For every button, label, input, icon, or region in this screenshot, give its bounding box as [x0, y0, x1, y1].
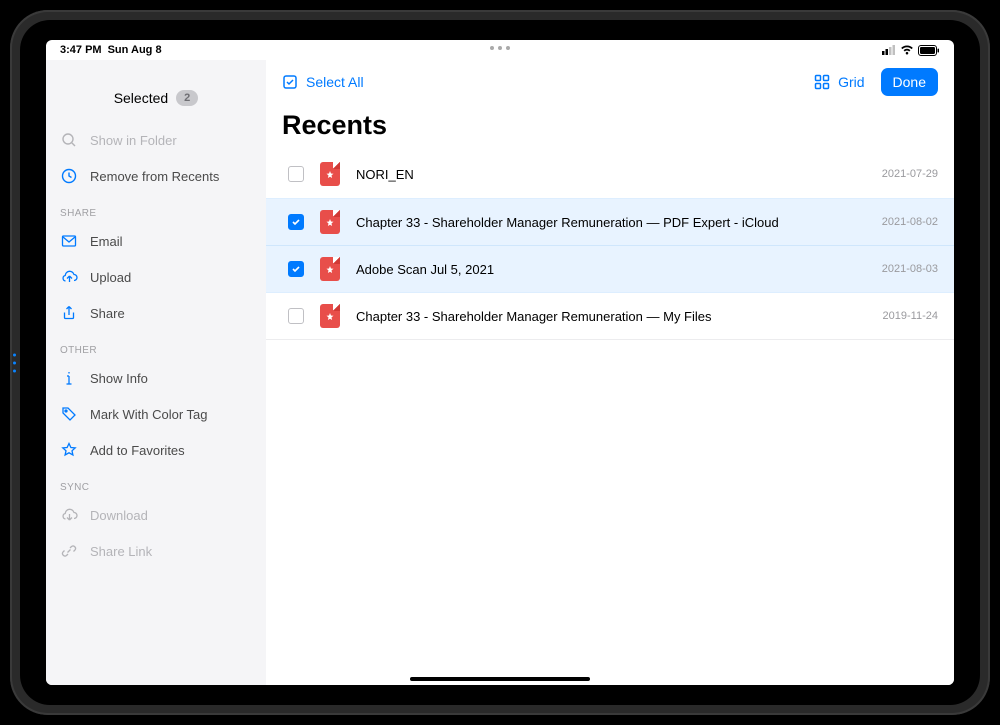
sidebar-remove-from-recents[interactable]: Remove from Recents [46, 158, 266, 194]
checkbox[interactable] [288, 166, 304, 182]
cloud-upload-icon [60, 268, 78, 286]
multitasking-dots[interactable] [490, 46, 510, 50]
sidebar-selected-header: Selected 2 [46, 60, 266, 122]
info-icon [60, 369, 78, 387]
home-indicator[interactable] [410, 677, 590, 681]
file-date: 2021-07-29 [882, 168, 938, 180]
wifi-icon [900, 45, 914, 55]
status-bar: 3:47 PM Sun Aug 8 [46, 40, 954, 60]
sidebar-item-label: Share [90, 306, 125, 321]
battery-icon [918, 45, 940, 56]
file-row[interactable]: NORI_EN 2021-07-29 [266, 151, 954, 198]
sidebar-show-in-folder[interactable]: Show in Folder [46, 122, 266, 158]
sidebar-item-label: Email [90, 234, 123, 249]
selected-count-badge: 2 [176, 90, 198, 106]
share-icon [60, 304, 78, 322]
star-icon [60, 441, 78, 459]
sidebar-share[interactable]: Share [46, 295, 266, 331]
file-name: Chapter 33 - Shareholder Manager Remuner… [356, 215, 866, 230]
email-icon [60, 232, 78, 250]
sidebar-item-label: Remove from Recents [90, 169, 219, 184]
grid-icon [814, 74, 830, 90]
pdf-icon [320, 257, 340, 281]
file-date: 2019-11-24 [883, 310, 938, 322]
pdf-icon [320, 304, 340, 328]
checkbox[interactable] [288, 308, 304, 324]
status-date: Sun Aug 8 [108, 44, 162, 56]
file-name: Chapter 33 - Shareholder Manager Remuner… [356, 309, 867, 324]
sidebar-item-label: Share Link [90, 544, 152, 559]
sidebar-favorites[interactable]: Add to Favorites [46, 432, 266, 468]
grid-view-button[interactable]: Grid [814, 74, 864, 90]
file-date: 2021-08-02 [882, 216, 938, 228]
sidebar-show-info[interactable]: Show Info [46, 360, 266, 396]
pdf-icon [320, 210, 340, 234]
file-name: NORI_EN [356, 167, 866, 182]
tag-icon [60, 405, 78, 423]
content: Selected 2 Show in Folder Remove from Re… [46, 60, 954, 685]
sidebar-share-link[interactable]: Share Link [46, 533, 266, 569]
file-date: 2021-08-03 [882, 263, 938, 275]
clock-remove-icon [60, 167, 78, 185]
page-title: Recents [266, 96, 954, 151]
checkbox[interactable] [288, 261, 304, 277]
done-button[interactable]: Done [881, 68, 938, 96]
sidebar-item-label: Show in Folder [90, 133, 177, 148]
sidebar-item-label: Download [90, 508, 148, 523]
link-icon [60, 542, 78, 560]
side-connector-dots [13, 353, 16, 372]
sidebar-download[interactable]: Download [46, 497, 266, 533]
ipad-bezel: 3:47 PM Sun Aug 8 Selected 2 [20, 20, 980, 705]
select-all-label: Select All [306, 74, 364, 90]
search-icon [60, 131, 78, 149]
main-panel: Select All Grid Done Recents [266, 60, 954, 685]
sidebar-item-label: Upload [90, 270, 131, 285]
ipad-frame: 3:47 PM Sun Aug 8 Selected 2 [10, 10, 990, 715]
select-all-icon [282, 74, 298, 90]
cloud-download-icon [60, 506, 78, 524]
sidebar-item-label: Show Info [90, 371, 148, 386]
sidebar-item-label: Mark With Color Tag [90, 407, 208, 422]
selected-label: Selected [114, 90, 168, 106]
sidebar-section-share: SHARE [46, 194, 266, 223]
sidebar-color-tag[interactable]: Mark With Color Tag [46, 396, 266, 432]
sidebar-section-other: OTHER [46, 331, 266, 360]
toolbar: Select All Grid Done [266, 60, 954, 96]
file-name: Adobe Scan Jul 5, 2021 [356, 262, 866, 277]
sidebar-upload[interactable]: Upload [46, 259, 266, 295]
checkbox[interactable] [288, 214, 304, 230]
sidebar-item-label: Add to Favorites [90, 443, 185, 458]
signal-icon [882, 45, 896, 55]
file-list: NORI_EN 2021-07-29 Chapter 33 - Sharehol… [266, 151, 954, 685]
pdf-icon [320, 162, 340, 186]
sidebar-section-sync: SYNC [46, 468, 266, 497]
screen: 3:47 PM Sun Aug 8 Selected 2 [46, 40, 954, 685]
sidebar: Selected 2 Show in Folder Remove from Re… [46, 60, 266, 685]
select-all-button[interactable]: Select All [282, 74, 364, 90]
status-time: 3:47 PM [60, 44, 102, 56]
file-row[interactable]: Chapter 33 - Shareholder Manager Remuner… [266, 198, 954, 246]
grid-label: Grid [838, 74, 864, 90]
file-row[interactable]: Adobe Scan Jul 5, 2021 2021-08-03 [266, 246, 954, 293]
file-row[interactable]: Chapter 33 - Shareholder Manager Remuner… [266, 293, 954, 340]
sidebar-email[interactable]: Email [46, 223, 266, 259]
